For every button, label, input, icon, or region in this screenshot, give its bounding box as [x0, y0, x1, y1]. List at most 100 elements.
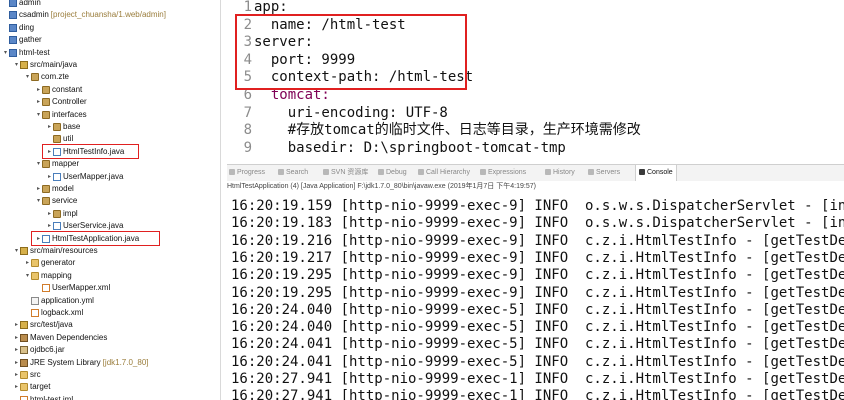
collapsed-chevron-icon[interactable]: ▸ [35, 183, 42, 195]
collapsed-chevron-icon[interactable]: ▸ [13, 332, 20, 344]
tree-item[interactable]: ▾ com.zte [24, 71, 69, 83]
tree-item[interactable]: ▾ mapper [35, 158, 79, 170]
collapsed-chevron-icon[interactable]: ▸ [35, 84, 42, 96]
tree-item[interactable]: gather [2, 34, 42, 46]
editor-line[interactable]: 8 #存放tomcat的临时文件、日志等目录，生产环境需修改 [227, 121, 641, 140]
tree-item[interactable]: ▸ impl [46, 208, 78, 220]
tree-item[interactable]: ▸ base [46, 121, 80, 133]
folder-icon [31, 259, 39, 268]
tree-item[interactable]: admin [2, 0, 41, 9]
line-text: #存放tomcat的临时文件、日志等目录，生产环境需修改 [254, 122, 641, 139]
tree-item[interactable]: ▸ target [13, 381, 50, 393]
tree-item-label: JRE System Library [30, 357, 101, 367]
tree-item[interactable]: ▸ src [13, 369, 41, 381]
tree-item[interactable]: ▾ interfaces [35, 109, 87, 121]
expanded-chevron-icon[interactable]: ▾ [35, 158, 42, 170]
tree-item[interactable]: ▸ src/test/java [13, 319, 73, 331]
console-line: 16:20:27.941 [http-nio-9999-exec-1] INFO… [231, 388, 844, 400]
tab-search[interactable]: Search [278, 165, 308, 181]
tab-console[interactable]: Console [635, 165, 677, 181]
yml-file-icon [31, 296, 39, 305]
project-icon [9, 0, 17, 7]
package-explorer[interactable]: admin csadmin [project_chuansha/1.web/admi… [0, 0, 221, 400]
collapsed-chevron-icon[interactable]: ▸ [13, 344, 20, 356]
tree-item-decoration: [project_chuansha/1.web/admin] [50, 10, 166, 20]
console-line: 16:20:24.040 [http-nio-9999-exec-5] INFO… [231, 319, 844, 336]
collapsed-chevron-icon[interactable]: ▸ [46, 121, 53, 133]
tree-item-label: UserMapper.xml [52, 283, 111, 293]
tree-item-label: constant [52, 84, 83, 94]
tree-item-label: impl [63, 208, 78, 218]
tree-item-label: ding [19, 22, 35, 32]
collapsed-chevron-icon[interactable]: ▸ [13, 369, 20, 381]
xml-file-icon [20, 395, 28, 400]
collapsed-chevron-icon[interactable]: ▸ [46, 171, 53, 183]
tree-item-label: Maven Dependencies [30, 332, 108, 342]
tab-progress[interactable]: Progress [229, 165, 265, 181]
tree-item[interactable]: ▾ html-test [2, 47, 50, 59]
tab-call-hierarchy[interactable]: Call Hierarchy [418, 165, 470, 181]
line-text: basedir: D:\springboot-tomcat-tmp [254, 139, 566, 156]
xml-file-icon [42, 284, 50, 293]
package-icon [42, 160, 50, 169]
tree-item[interactable]: csadmin [project_chuansha/1.web/admin] [2, 9, 166, 21]
search-icon [278, 169, 284, 176]
console-icon [639, 169, 645, 176]
java-file-icon [53, 172, 61, 181]
source-folder-icon [20, 61, 28, 69]
editor-line[interactable]: 7 uri-encoding: UTF-8 [227, 104, 448, 123]
tree-item[interactable]: ▸ JRE System Library [jdk1.7.0_80] [13, 357, 149, 369]
hierarchy-icon [418, 169, 424, 176]
tree-item[interactable]: ▸ model [35, 183, 74, 195]
tree-item[interactable]: application.yml [24, 295, 94, 307]
servers-icon [588, 169, 594, 176]
tree-item[interactable]: ▸ Controller [35, 96, 87, 108]
expanded-chevron-icon[interactable]: ▾ [24, 71, 31, 83]
history-icon [545, 169, 551, 176]
tab-expressions[interactable]: Expressions [480, 165, 526, 181]
expanded-chevron-icon[interactable]: ▾ [24, 270, 31, 282]
tree-item[interactable]: ▸ Maven Dependencies [13, 332, 107, 344]
tree-item-label: html-test.iml [30, 394, 74, 400]
tab-servers[interactable]: Servers [588, 165, 620, 181]
tree-item[interactable]: ▾ src/main/java [13, 59, 77, 71]
expanded-chevron-icon[interactable]: ▾ [13, 59, 20, 71]
tree-item-label: src/main/resources [30, 246, 98, 255]
tree-item[interactable]: ▾ mapping [24, 270, 72, 282]
tree-item[interactable]: ▸ constant [35, 84, 82, 96]
tree-item[interactable]: ▸ UserMapper.java [46, 171, 123, 183]
collapsed-chevron-icon[interactable]: ▸ [13, 381, 20, 393]
console-output[interactable]: 16:20:19.159 [http-nio-9999-exec-9] INFO… [227, 192, 844, 400]
console-line: 16:20:24.040 [http-nio-9999-exec-5] INFO… [231, 301, 844, 318]
tree-item-label: model [52, 184, 74, 193]
tree-item-label: interfaces [52, 109, 87, 119]
source-folder-icon [20, 321, 28, 330]
tab-svn[interactable]: SVN 资源库 [323, 165, 368, 181]
tab-debug[interactable]: Debug [378, 165, 407, 181]
collapsed-chevron-icon[interactable]: ▸ [46, 208, 53, 220]
expanded-chevron-icon[interactable]: ▾ [13, 245, 20, 257]
collapsed-chevron-icon[interactable]: ▸ [35, 96, 42, 108]
expanded-chevron-icon[interactable]: ▾ [35, 195, 42, 207]
tree-item[interactable]: UserMapper.xml [35, 282, 110, 294]
tree-item[interactable]: ▾ service [35, 195, 77, 207]
tree-item[interactable]: logback.xml [24, 307, 83, 319]
tree-item-decoration: [jdk1.7.0_80] [102, 357, 149, 367]
tree-item-label: mapper [52, 159, 80, 169]
console-line: 16:20:24.041 [http-nio-9999-exec-5] INFO… [231, 336, 844, 353]
tab-history[interactable]: History [545, 165, 575, 181]
collapsed-chevron-icon[interactable]: ▸ [13, 319, 20, 331]
tree-item[interactable]: ▸ generator [24, 257, 75, 269]
tree-item[interactable]: ▸ ojdbc6.jar [13, 344, 65, 356]
tree-item[interactable]: html-test.iml [13, 394, 73, 400]
tab-label: Search [286, 169, 309, 176]
tree-item[interactable]: ding [2, 22, 34, 34]
editor-line[interactable]: 9 basedir: D:\springboot-tomcat-tmp [227, 139, 566, 158]
tab-label: History [553, 169, 575, 176]
collapsed-chevron-icon[interactable]: ▸ [13, 357, 20, 369]
console-line: 16:20:19.216 [http-nio-9999-exec-9] INFO… [231, 232, 844, 249]
tree-item[interactable]: ▾ src/main/resources [13, 245, 98, 257]
expanded-chevron-icon[interactable]: ▾ [35, 109, 42, 121]
expanded-chevron-icon[interactable]: ▾ [2, 47, 9, 59]
collapsed-chevron-icon[interactable]: ▸ [24, 257, 31, 269]
